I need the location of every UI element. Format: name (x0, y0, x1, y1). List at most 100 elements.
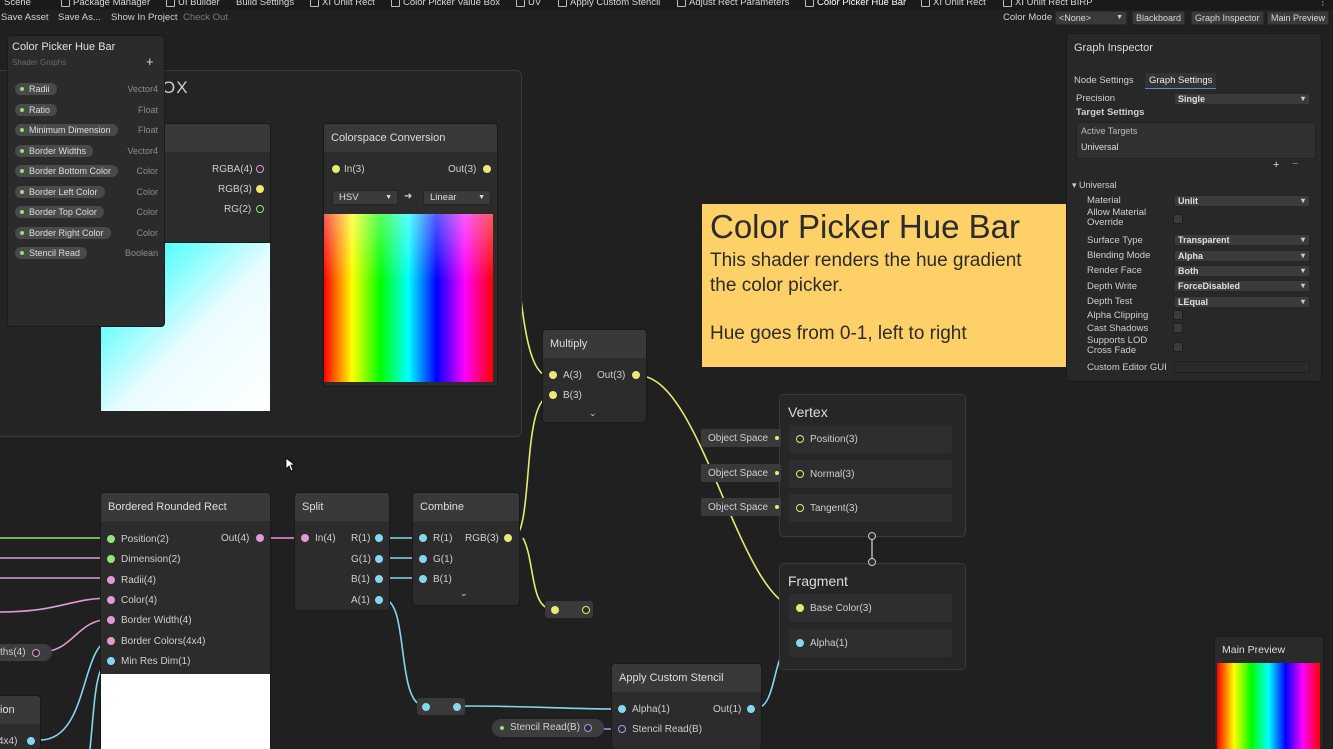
more-options-icon[interactable]: ⋮ (1318, 0, 1328, 8)
input-port[interactable] (796, 435, 804, 443)
redirect-node[interactable] (417, 698, 465, 715)
property-pill[interactable]: Radii (15, 83, 57, 95)
output-port[interactable] (584, 724, 592, 732)
add-property-icon[interactable]: + (146, 54, 154, 69)
property-pill[interactable]: Border Top Color (15, 206, 104, 218)
fragment-block-alpha[interactable]: Alpha(1) (789, 629, 952, 657)
color-mode-dropdown[interactable]: <None> ▼ (1055, 11, 1127, 25)
object-space-node[interactable]: Object Space (701, 463, 781, 482)
property-pill[interactable]: Stencil Read (15, 247, 88, 259)
output-port[interactable] (582, 606, 590, 614)
output-port[interactable] (256, 185, 264, 193)
tab-xi-unlit-rect-2[interactable]: XI Unlit Rect (921, 0, 986, 8)
show-in-project-button[interactable]: Show In Project (111, 12, 178, 23)
input-port[interactable] (107, 595, 115, 604)
render-face-dropdown[interactable]: Both (1174, 265, 1310, 277)
target-item[interactable]: Universal (1081, 142, 1119, 152)
tab-adjust-rect-parameters[interactable]: Adjust Rect Parameters (677, 0, 789, 8)
input-port[interactable] (618, 705, 626, 713)
vertex-block[interactable]: Normal(3) (789, 459, 952, 488)
graph-inspector-panel[interactable]: Graph Inspector Node Settings Graph Sett… (1067, 34, 1321, 381)
input-port[interactable] (549, 371, 557, 379)
sticky-note[interactable]: Color Picker Hue Bar This shader renders… (702, 204, 1067, 367)
input-port[interactable] (618, 725, 626, 733)
vertex-block[interactable]: Tangent(3) (789, 494, 952, 522)
input-port[interactable] (419, 575, 427, 583)
property-pill[interactable]: Border Widths (15, 144, 94, 157)
input-port[interactable] (419, 554, 427, 563)
main-preview-panel[interactable]: Main Preview (1215, 637, 1323, 749)
partial-node[interactable]: ion 4x4) (0, 696, 40, 749)
output-port[interactable] (256, 165, 264, 173)
output-port[interactable] (375, 534, 383, 542)
to-space-dropdown[interactable]: Linear ▼ (423, 190, 491, 205)
tab-color-picker-value-box[interactable]: Color Picker Value Box (391, 0, 500, 8)
input-port[interactable] (796, 604, 804, 612)
output-port[interactable] (27, 737, 35, 745)
save-asset-button[interactable]: Save Asset (1, 12, 49, 23)
property-pill[interactable]: Border Right Color (15, 226, 111, 239)
object-space-node[interactable]: Object Space (701, 498, 781, 516)
input-port[interactable] (107, 636, 115, 645)
tab-scene[interactable]: Scene (4, 0, 31, 8)
input-port[interactable] (332, 165, 340, 173)
input-port[interactable] (419, 534, 427, 542)
allow-override-checkbox[interactable] (1173, 214, 1183, 224)
border-widths-property-node[interactable]: ths(4) (0, 644, 52, 661)
output-port[interactable] (504, 534, 512, 542)
blending-mode-dropdown[interactable]: Alpha (1174, 250, 1310, 262)
surface-type-dropdown[interactable]: Transparent (1174, 234, 1310, 246)
input-port[interactable] (549, 391, 557, 399)
blackboard-property[interactable]: Border Bottom Color Color (15, 165, 158, 177)
property-pill[interactable]: Border Left Color (15, 185, 105, 198)
group-title[interactable]: OX (162, 78, 189, 98)
input-port[interactable] (551, 606, 559, 614)
universal-foldout[interactable]: ▾ Universal (1072, 180, 1117, 191)
split-node[interactable]: Split In(4) (295, 493, 389, 610)
blackboard-property[interactable]: Border Top Color Color (15, 206, 158, 218)
vertex-block[interactable]: Position(3) (789, 425, 952, 453)
stencil-read-property-node[interactable]: Stencil Read(B) (492, 719, 604, 737)
tab-color-picker-hue-bar[interactable]: Color Picker Hue Bar (805, 0, 906, 8)
blackboard-property[interactable]: Stencil Read Boolean (15, 247, 158, 259)
add-target-icon[interactable]: + (1273, 159, 1279, 171)
tab-xi-unlit-rect-birp[interactable]: XI Unlit Rect BIRP (1003, 0, 1093, 8)
output-port[interactable] (256, 534, 264, 542)
input-port[interactable] (107, 656, 115, 665)
input-port[interactable] (796, 469, 804, 478)
apply-custom-stencil-node[interactable]: Apply Custom Stencil Alpha(1) Stencil Re… (612, 664, 761, 749)
multiply-node[interactable]: Multiply A(3) B(3) Out(3) ⌄ (543, 330, 646, 422)
main-preview-toggle[interactable]: Main Preview (1267, 11, 1330, 25)
lod-crossfade-checkbox[interactable] (1173, 342, 1183, 352)
active-targets-list[interactable]: Active Targets Universal (1076, 122, 1316, 159)
graph-inspector-toggle[interactable]: Graph Inspector (1191, 11, 1264, 25)
tab-xi-unlit-rect[interactable]: XI Unlit Rect (310, 0, 375, 8)
blackboard-property[interactable]: Minimum Dimension Float (15, 124, 158, 136)
cast-shadows-checkbox[interactable] (1173, 323, 1183, 333)
fragment-block-base-color[interactable]: Base Color(3) (789, 594, 952, 622)
output-port[interactable] (747, 705, 755, 713)
flow-port[interactable] (868, 532, 876, 540)
object-space-node[interactable]: Object Space (701, 429, 781, 447)
output-port[interactable] (375, 595, 383, 604)
blackboard-property[interactable]: Border Widths Vector4 (15, 144, 158, 157)
custom-editor-gui-field[interactable] (1174, 361, 1310, 373)
tab-ui-builder[interactable]: UI Builder (166, 0, 220, 8)
input-port[interactable] (796, 639, 804, 647)
combine-node[interactable]: Combine RGB(3) ⌄ (413, 493, 519, 605)
blackboard-property[interactable]: Border Right Color Color (15, 226, 158, 239)
blackboard-toggle[interactable]: Blackboard (1132, 11, 1186, 25)
property-pill[interactable]: Border Bottom Color (15, 165, 119, 177)
blackboard-panel[interactable]: Color Picker Hue Bar Shader Graphs + (8, 36, 164, 326)
save-as-button[interactable]: Save As... (58, 12, 101, 23)
redirect-node[interactable] (545, 601, 593, 618)
output-port[interactable] (483, 165, 491, 173)
tab-graph-settings[interactable]: Graph Settings (1145, 73, 1217, 89)
output-port[interactable] (32, 649, 40, 657)
output-port[interactable] (375, 554, 383, 563)
depth-write-dropdown[interactable]: ForceDisabled (1174, 280, 1310, 292)
input-port[interactable] (422, 703, 430, 711)
blackboard-property[interactable]: Border Left Color Color (15, 185, 158, 198)
output-port[interactable] (453, 703, 461, 711)
blackboard-property[interactable]: Radii Vector4 (15, 83, 158, 95)
